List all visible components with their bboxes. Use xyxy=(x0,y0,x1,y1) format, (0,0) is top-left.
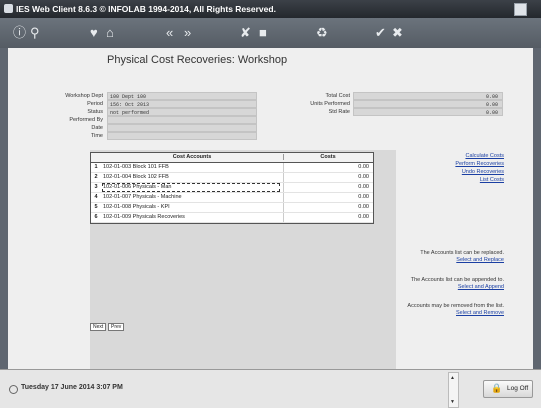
table-row[interactable]: 2 102-01-004 Block 102 FFB 0.00 xyxy=(91,173,373,183)
window-title: IES Web Client 8.6.3 © INFOLAB 1994-2014… xyxy=(16,4,276,14)
table-header: Cost Accounts Costs xyxy=(91,153,373,163)
log-off-button[interactable]: 🔒 Log Off xyxy=(483,380,533,398)
row-number: 3 xyxy=(94,184,98,190)
undo-recoveries-link[interactable]: Undo Recoveries xyxy=(462,169,504,175)
select-and-remove-link[interactable]: Select and Remove xyxy=(456,310,504,316)
tools-icon[interactable]: ✘ xyxy=(240,25,251,41)
home-icon[interactable]: ⌂ xyxy=(106,25,114,41)
date-time: Tuesday 17 June 2014 3:07 PM xyxy=(21,384,123,391)
performed-by-label: Performed By xyxy=(69,117,103,123)
table-row[interactable]: 1 102-01-003 Block 101 FFB 0.00 xyxy=(91,163,373,173)
actions-panel: Calculate Costs Perform Recoveries Undo … xyxy=(354,48,504,369)
clock-icon xyxy=(9,385,18,394)
calculate-costs-link[interactable]: Calculate Costs xyxy=(465,153,504,159)
recycle-icon[interactable]: ♻ xyxy=(316,25,328,41)
time-label: Time xyxy=(90,133,103,139)
account-cell[interactable]: 102-01-008 Physicals - KPI xyxy=(103,204,170,210)
date-label: Date xyxy=(91,125,103,131)
title-bar: IES Web Client 8.6.3 © INFOLAB 1994-2014… xyxy=(0,0,541,18)
table-row[interactable]: 5 102-01-008 Physicals - KPI 0.00 xyxy=(91,203,373,213)
row-number: 1 xyxy=(94,164,98,170)
search-icon[interactable]: ⚲ xyxy=(30,25,40,41)
toolbar: ⓘ ⚲ ♥ ⌂ « » ✘ ■ ♻ ✔ ✖ xyxy=(0,18,541,48)
row-number: 4 xyxy=(94,194,98,200)
period-field[interactable]: 156: Oct 2013 xyxy=(107,100,257,108)
account-cell[interactable]: 102-01-003 Block 101 FFB xyxy=(103,164,169,170)
prev-page-button[interactable]: Prev xyxy=(108,323,125,331)
period-label: Period xyxy=(87,101,103,107)
check-icon[interactable]: ✔ xyxy=(375,25,386,41)
total-cost-label: Total Cost xyxy=(325,93,350,99)
app-icon xyxy=(4,4,13,13)
row-number: 6 xyxy=(94,214,98,220)
cancel-icon[interactable]: ✖ xyxy=(392,25,403,41)
info-icon[interactable]: ⓘ xyxy=(13,25,26,41)
perform-recoveries-link[interactable]: Perform Recoveries xyxy=(455,161,504,167)
replace-note: The Accounts list can be replaced. xyxy=(420,250,504,256)
scroll-down-icon[interactable]: ▼ xyxy=(450,399,455,405)
main-panel: Physical Cost Recoveries: Workshop Works… xyxy=(8,48,533,370)
lock-icon: 🔒 xyxy=(491,383,503,393)
table-row[interactable]: 4 102-01-007 Physicals - Machine 0.00 xyxy=(91,193,373,203)
scrollbar[interactable]: ▲ ▼ xyxy=(448,372,459,408)
accounts-table-panel: Cost Accounts Costs 1 102-01-003 Block 1… xyxy=(90,150,396,370)
stop-icon[interactable]: ■ xyxy=(259,25,267,41)
units-performed-label: Units Performed xyxy=(310,101,350,107)
status-field[interactable]: not performed xyxy=(107,108,257,116)
time-field[interactable] xyxy=(107,132,257,140)
account-cell[interactable]: 102-01-004 Block 102 FFB xyxy=(103,174,169,180)
select-and-replace-link[interactable]: Select and Replace xyxy=(456,257,504,263)
row-number: 2 xyxy=(94,174,98,180)
page-title: Physical Cost Recoveries: Workshop xyxy=(107,54,288,66)
account-cell[interactable]: 102-01-009 Physicals Recoveries xyxy=(103,214,185,220)
status-bar: Tuesday 17 June 2014 3:07 PM ▲ ▼ 🔒 Log O… xyxy=(0,369,541,408)
remove-note: Accounts may be removed from the list. xyxy=(407,303,504,309)
cost-accounts-header: Cost Accounts xyxy=(172,154,212,160)
list-costs-link[interactable]: List Costs xyxy=(480,177,504,183)
accounts-table: Cost Accounts Costs 1 102-01-003 Block 1… xyxy=(90,152,374,224)
std-rate-label: Std Rate xyxy=(328,109,350,115)
scroll-up-icon[interactable]: ▲ xyxy=(450,375,455,381)
table-row[interactable]: 3 102-01-006 Physicals - Man 0.00 xyxy=(91,183,373,193)
workshop-dept-label: Workshop Dept xyxy=(65,93,103,99)
double-right-icon[interactable]: » xyxy=(184,25,191,41)
account-cell[interactable]: 102-01-006 Physicals - Man xyxy=(102,183,280,192)
double-left-icon[interactable]: « xyxy=(166,25,173,41)
date-field[interactable] xyxy=(107,124,257,132)
log-off-label: Log Off xyxy=(507,385,529,392)
app-window: IES Web Client 8.6.3 © INFOLAB 1994-2014… xyxy=(0,0,541,408)
append-note: The Accounts list can be appended to. xyxy=(410,277,504,283)
row-number: 5 xyxy=(94,204,98,210)
workshop-dept-field[interactable]: 100 Dept 100 xyxy=(107,92,257,100)
next-page-button[interactable]: Next xyxy=(90,323,107,331)
select-and-append-link[interactable]: Select and Append xyxy=(458,284,504,290)
heart-icon[interactable]: ♥ xyxy=(90,25,98,41)
status-label: Status xyxy=(87,109,103,115)
account-cell[interactable]: 102-01-007 Physicals - Machine xyxy=(103,194,182,200)
maximize-button[interactable] xyxy=(514,3,527,16)
performed-by-field[interactable] xyxy=(107,116,257,124)
table-row[interactable]: 6 102-01-009 Physicals Recoveries 0.00 xyxy=(91,213,373,223)
